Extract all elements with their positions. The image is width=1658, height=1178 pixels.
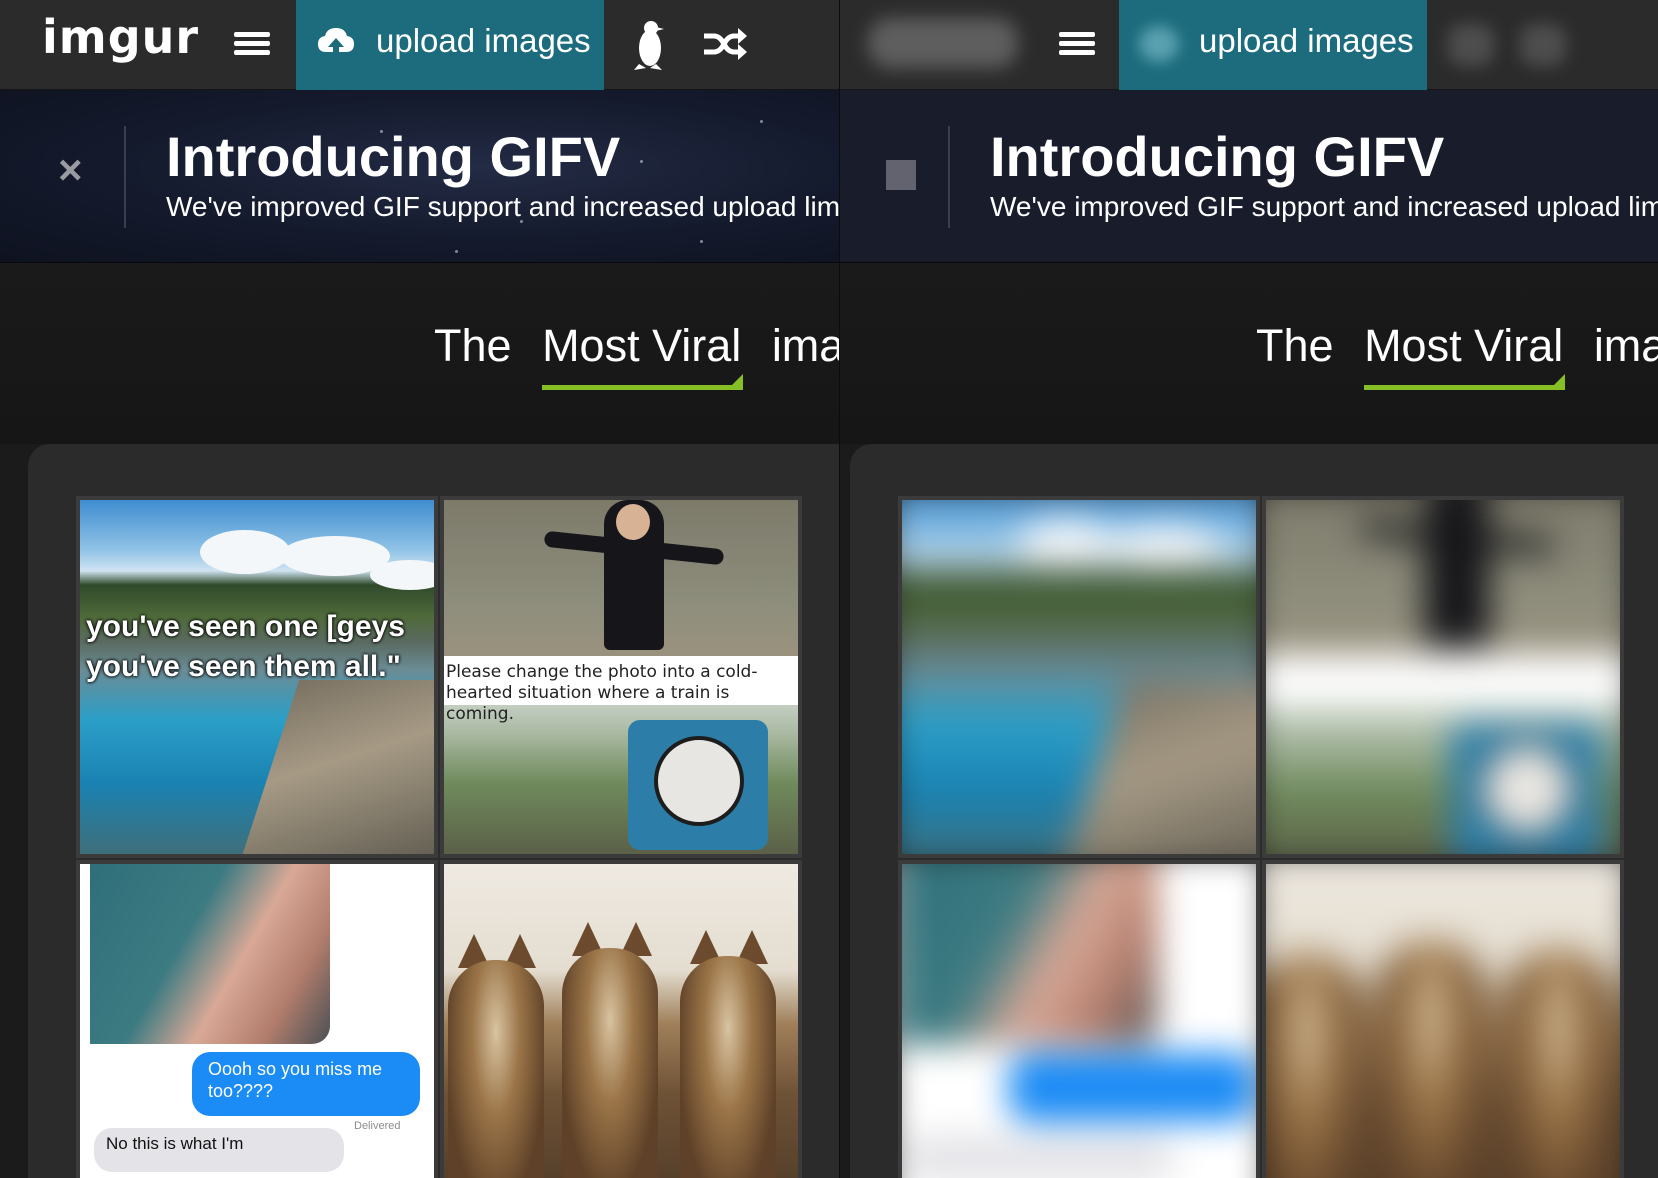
gallery-thumbnail-geyser-blurred[interactable] <box>898 496 1260 858</box>
close-icon[interactable]: × <box>58 149 94 191</box>
shuffle-icon[interactable] <box>1520 24 1566 66</box>
heading-word-the: The <box>1256 320 1334 371</box>
gallery-thumbnail-cats[interactable] <box>440 860 802 1178</box>
close-icon[interactable] <box>886 160 916 190</box>
banner-subtitle: We've improved GIF support and increased… <box>166 191 839 222</box>
gallery-thumbnail-cats-blurred[interactable] <box>1262 860 1624 1178</box>
menu-icon[interactable] <box>1059 32 1099 58</box>
chat-bubble-text: Oooh so you miss me too???? <box>208 1059 383 1101</box>
image-gallery-blurred <box>850 444 1658 1178</box>
gallery-heading-area: The Most Viral imag <box>0 264 839 444</box>
gallery-heading-area: The Most Viral imag <box>840 264 1658 444</box>
menu-icon[interactable] <box>234 32 274 58</box>
delivered-label: Delivered <box>354 1120 401 1132</box>
gallery-heading: The Most Viral imag <box>1256 320 1658 390</box>
banner-divider <box>124 126 126 228</box>
upload-cloud-icon <box>318 28 354 60</box>
shuffle-icon[interactable] <box>700 18 750 72</box>
banner-divider <box>948 126 950 228</box>
heading-word-images: imag <box>771 320 839 371</box>
gifv-announcement-banner: Introducing GIFV We've improved GIF supp… <box>840 90 1658 263</box>
gallery-thumbnail-train[interactable]: Please change the photo into a cold-hear… <box>440 496 802 858</box>
gallery-thumbnail-text-message[interactable]: Oooh so you miss me too???? Delivered No… <box>76 860 438 1178</box>
upload-images-button[interactable]: upload images <box>1119 0 1427 90</box>
upload-images-label: upload images <box>1199 22 1414 59</box>
chat-reply-text: No this is what I'm <box>106 1134 244 1153</box>
gallery-heading: The Most Viral imag <box>434 320 839 390</box>
meme-text-line-1: you've seen one [geys <box>86 610 405 643</box>
banner-title: Introducing GIFV <box>990 125 1445 188</box>
penguin-icon[interactable] <box>1448 24 1494 66</box>
left-pane: imgur upload images × Introducing GIFV W… <box>0 0 839 1178</box>
imgur-logo-blurred[interactable] <box>868 18 1018 68</box>
sort-dropdown-most-viral[interactable]: Most Viral <box>542 320 744 390</box>
gallery-thumbnail-train-blurred[interactable] <box>1262 496 1624 858</box>
heading-word-images: imag <box>1593 320 1658 371</box>
sort-dropdown-most-viral[interactable]: Most Viral <box>1364 320 1566 390</box>
gallery-thumbnail-text-message-blurred[interactable] <box>898 860 1260 1178</box>
upload-images-label: upload images <box>376 22 591 59</box>
gifv-announcement-banner: × Introducing GIFV We've improved GIF su… <box>0 90 839 263</box>
image-gallery: you've seen one [geys you've seen them a… <box>28 444 839 1178</box>
imgur-logo[interactable]: imgur <box>42 10 199 64</box>
thumbnail-caption: Please change the photo into a cold-hear… <box>446 662 758 724</box>
banner-title: Introducing GIFV <box>166 125 621 188</box>
top-navigation-bar-blurred: upload images <box>840 0 1658 90</box>
right-pane: upload images Introducing GIFV We've imp… <box>839 0 1658 1178</box>
meme-text-line-2: you've seen them all." <box>86 650 401 683</box>
penguin-icon[interactable] <box>626 18 676 72</box>
upload-images-button[interactable]: upload images <box>296 0 604 90</box>
top-navigation-bar: imgur upload images <box>0 0 839 90</box>
upload-cloud-icon <box>1139 26 1179 62</box>
heading-word-the: The <box>434 320 512 371</box>
gallery-thumbnail-geyser[interactable]: you've seen one [geys you've seen them a… <box>76 496 438 858</box>
banner-subtitle: We've improved GIF support and increased… <box>990 191 1658 222</box>
